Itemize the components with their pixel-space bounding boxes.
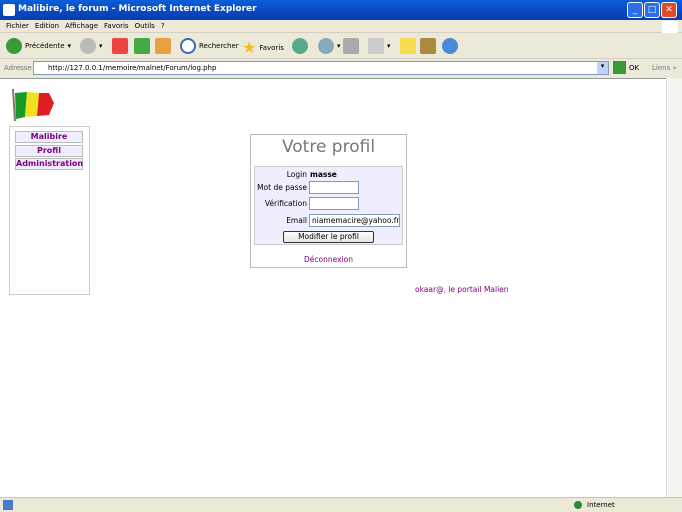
menu-affichage[interactable]: Affichage: [65, 22, 98, 30]
password-input[interactable]: [309, 181, 359, 194]
menu-edition[interactable]: Edition: [35, 22, 59, 30]
research-button[interactable]: [420, 38, 436, 54]
windows-logo-icon: [662, 21, 678, 33]
mali-flag-logo: [12, 88, 54, 122]
verification-input[interactable]: [309, 197, 359, 210]
menu-fichier[interactable]: Fichier: [6, 22, 29, 30]
minimize-button[interactable]: _: [627, 2, 643, 18]
login-value: masse: [310, 170, 337, 179]
modify-profile-button[interactable]: Modifier le profil: [283, 231, 374, 243]
print-icon: [343, 38, 359, 54]
mail-button[interactable]: ▾: [318, 38, 341, 54]
verification-label: Vérification: [264, 199, 307, 208]
print-button[interactable]: [343, 38, 359, 54]
search-icon: [180, 38, 196, 54]
favorites-label: Favoris: [259, 43, 284, 52]
search-label: Rechercher: [199, 42, 239, 50]
notes-button[interactable]: [400, 38, 416, 54]
refresh-icon: [134, 38, 150, 54]
edit-icon: [368, 38, 384, 54]
menu-outils[interactable]: Outils: [135, 22, 155, 30]
email-value: niamemacire@yahoo.fr: [312, 216, 400, 225]
home-icon: [155, 38, 171, 54]
sidebar-item-label: Administration: [16, 159, 84, 168]
search-button[interactable]: Rechercher: [180, 38, 239, 54]
go-button[interactable]: OK: [613, 61, 639, 74]
address-url: http://127.0.0.1/memoire/malnet/Forum/lo…: [48, 64, 217, 72]
go-arrow-icon: [613, 61, 626, 74]
messenger-icon: [442, 38, 458, 54]
address-label: Adresse: [4, 64, 32, 72]
edit-button[interactable]: ▾: [368, 38, 391, 54]
history-icon: [292, 38, 308, 54]
back-label: Précédente: [25, 42, 65, 50]
ie-icon: [3, 4, 15, 16]
globe-icon: [574, 501, 582, 509]
back-button[interactable]: Précédente ▾: [6, 38, 71, 54]
stop-icon: [112, 38, 128, 54]
toolbar: Précédente ▾ ▾ Rechercher ★ Favoris ▾ ▾: [0, 34, 682, 59]
back-arrow-icon: [6, 38, 22, 54]
login-label: Login: [286, 170, 307, 179]
close-button[interactable]: ✕: [661, 2, 677, 18]
go-label: OK: [629, 63, 640, 72]
favorites-button[interactable]: ★ Favoris: [242, 38, 284, 57]
window-title: Malibire, le forum - Microsoft Internet …: [18, 4, 257, 14]
links-button[interactable]: Liens »: [652, 64, 677, 72]
research-icon: [420, 38, 436, 54]
forward-button[interactable]: ▾: [80, 38, 103, 54]
sidebar-item-label: Profil: [37, 146, 61, 155]
portal-link[interactable]: okaar@, le portail Malien: [415, 285, 509, 294]
menu-help[interactable]: ?: [161, 22, 165, 30]
sidebar-item-malibire[interactable]: Malibire: [15, 131, 83, 143]
star-icon: ★: [242, 38, 257, 57]
mail-icon: [318, 38, 334, 54]
messenger-button[interactable]: [442, 38, 458, 54]
refresh-button[interactable]: [134, 38, 150, 54]
stop-button[interactable]: [112, 38, 128, 54]
forward-arrow-icon: [80, 38, 96, 54]
menu-favoris[interactable]: Favoris: [104, 22, 129, 30]
home-button[interactable]: [155, 38, 171, 54]
title-bar: Malibire, le forum - Microsoft Internet …: [0, 0, 682, 20]
maximize-button[interactable]: □: [644, 2, 660, 18]
menu-bar: Fichier Edition Affichage Favoris Outils?: [0, 20, 682, 33]
page-icon: [3, 500, 13, 510]
email-input[interactable]: niamemacire@yahoo.fr: [309, 214, 400, 227]
security-zone: Internet: [587, 501, 615, 509]
address-dropdown[interactable]: ▾: [597, 62, 608, 74]
address-input[interactable]: http://127.0.0.1/memoire/malnet/Forum/lo…: [33, 61, 609, 75]
vertical-scrollbar[interactable]: [666, 78, 682, 497]
email-label: Email: [286, 216, 307, 225]
note-icon: [400, 38, 416, 54]
history-button[interactable]: [292, 38, 308, 54]
sidebar-item-profil[interactable]: Profil: [15, 145, 83, 157]
links-label: Liens: [652, 64, 671, 72]
page-title: Votre profil: [281, 137, 376, 157]
modify-profile-label: Modifier le profil: [298, 232, 359, 241]
sidebar-item-label: Malibire: [30, 132, 68, 141]
password-label: Mot de passe: [257, 183, 307, 192]
status-bar: Internet: [0, 497, 682, 512]
logout-link[interactable]: Déconnexion: [250, 255, 407, 264]
sidebar-item-administration[interactable]: Administration: [15, 158, 83, 170]
